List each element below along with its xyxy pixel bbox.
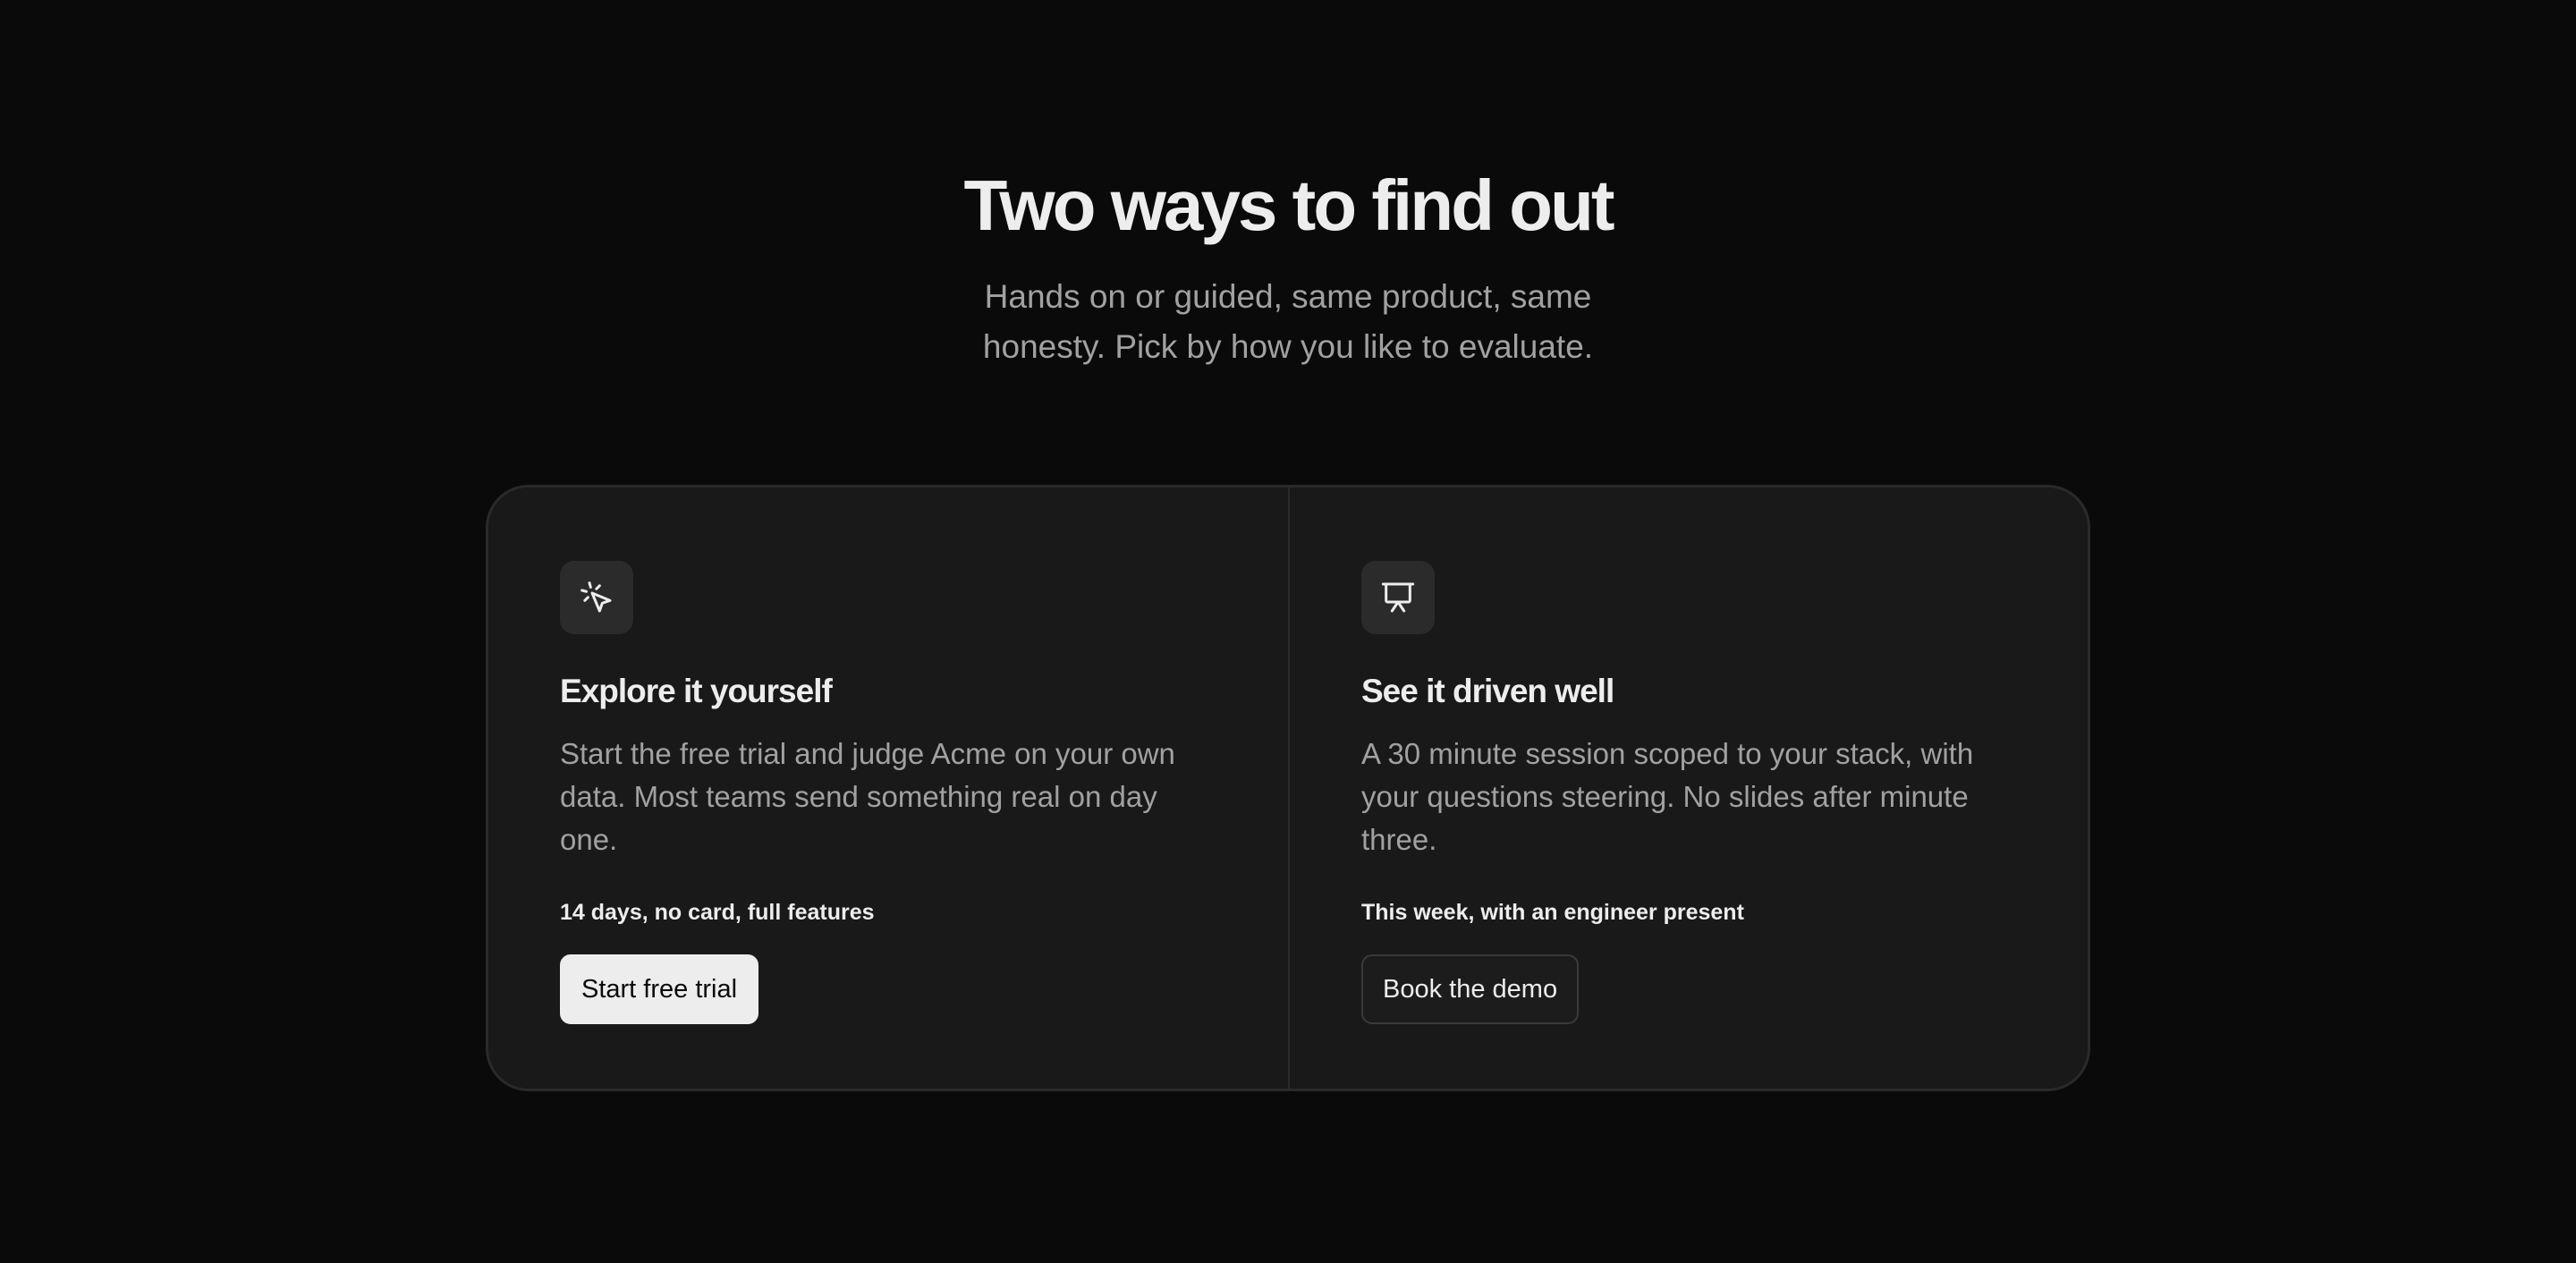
section-title: Two ways to find out (963, 165, 1614, 245)
cursor-click-icon (560, 561, 633, 634)
options-panel: Explore it yourself Start the free trial… (486, 485, 2090, 1091)
start-free-trial-button[interactable]: Start free trial (560, 954, 759, 1024)
card-description: Start the free trial and judge Acme on y… (560, 737, 1175, 856)
page: Two ways to find out Hands on or guided,… (0, 0, 2576, 1263)
presentation-icon (1361, 561, 1435, 634)
book-demo-button[interactable]: Book the demo (1361, 954, 1580, 1024)
card-explore: Explore it yourself Start the free trial… (488, 487, 1288, 1089)
section-subtitle: Hands on or guided, same product, same h… (982, 278, 1594, 365)
card-meta: This week, with an engineer present (1361, 900, 1744, 925)
card-meta: 14 days, no card, full features (560, 900, 875, 925)
card-description: A 30 minute session scoped to your stack… (1361, 737, 1974, 856)
card-title: See it driven well (1361, 673, 1614, 709)
card-title: Explore it yourself (560, 673, 833, 709)
card-demo: See it driven well A 30 minute session s… (1288, 487, 2088, 1089)
